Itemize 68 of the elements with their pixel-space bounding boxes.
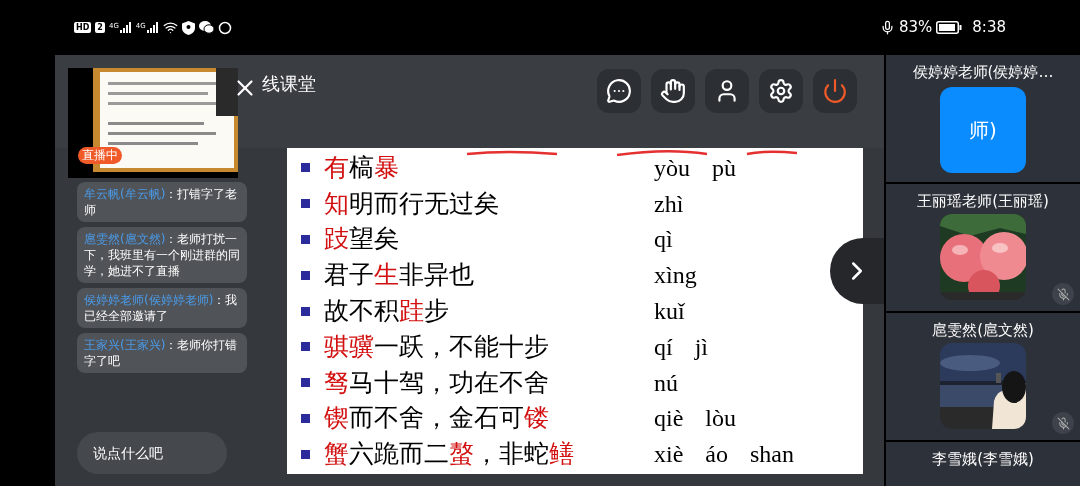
slide-line: 驽马十驾，功在不舍 — [324, 366, 550, 399]
signal-icon — [146, 22, 159, 33]
pinyin-text: lòu — [705, 404, 736, 434]
pinyin-text: xiè — [654, 440, 684, 470]
pinyin-text: nú — [654, 368, 678, 398]
toolbar-button[interactable] — [759, 69, 803, 113]
pinyin-text: shan — [750, 440, 794, 470]
wechat-icon — [198, 21, 214, 34]
clock-time: 8:38 — [972, 17, 1006, 39]
bullet-marker — [301, 270, 310, 280]
pinyin-text: qiè — [654, 404, 684, 434]
settings-icon — [768, 78, 794, 104]
loading-icon — [217, 20, 232, 35]
slide-line: 故不积跬步 — [324, 295, 450, 327]
participant-name: 扈雯然(扈文然) — [932, 320, 1034, 341]
pinyin-text: zhì — [654, 189, 684, 219]
microphone-icon — [879, 20, 895, 35]
bullet-marker — [301, 234, 310, 244]
pinyin-text: pù — [712, 153, 736, 183]
bullet-marker — [301, 306, 310, 316]
slide-line: 骐骥一跃，不能十步 — [324, 330, 550, 363]
bullet-marker — [301, 413, 310, 423]
bullet-marker — [301, 163, 310, 173]
slide-line: 锲而不舍，金石可镂 — [324, 402, 550, 435]
power-icon — [822, 78, 848, 104]
hand-icon — [660, 78, 686, 104]
chat-message: 侯婷婷老师(侯婷婷老师)：我已经全部邀请了 — [77, 288, 247, 328]
bullet-marker — [301, 378, 310, 388]
chat-message: 扈雯然(扈文然)：老师打扰一下，我班里有一个刚进群的同学，她进不了直播 — [77, 227, 247, 283]
bullet-marker — [301, 449, 310, 459]
pinyin-text: qí — [654, 332, 673, 362]
pinyin-text: jì — [694, 332, 708, 362]
bullet-marker — [301, 342, 310, 352]
pinyin-text: kuǐ — [654, 297, 685, 326]
battery-percent: 83% — [898, 17, 933, 39]
chat-icon — [606, 78, 632, 104]
signal-icon — [119, 22, 132, 33]
participant-name: 侯婷婷老师(侯婷婷… — [912, 62, 1054, 83]
toolbar-button[interactable] — [705, 69, 749, 113]
bullet-marker — [301, 199, 310, 209]
hd-indicator: HD — [74, 22, 92, 33]
slide-line: 知明而行无过矣 — [324, 187, 500, 220]
slide-line: 君子生非异也 — [324, 259, 475, 292]
chat-message: 牟云帆(牟云帆)：打错字了老师 — [77, 182, 247, 222]
participant-tile[interactable]: 侯婷婷老师(侯婷婷… 师) — [886, 55, 1080, 182]
participant-name: 王丽瑶老师(王丽瑶) — [917, 191, 1049, 212]
toolbar-button[interactable] — [651, 69, 695, 113]
live-badge: 直播中 — [78, 147, 122, 164]
pinyin-text: áo — [705, 440, 728, 470]
participant-tile[interactable]: 李雪娥(李雪娥) — [886, 442, 1080, 486]
slide-line: 蟹六跪而二螯，非蛇鳝 — [324, 438, 575, 471]
chat-message: 王家兴(王家兴)：老师你打错字了吧 — [77, 333, 247, 373]
participant-tile[interactable]: 王丽瑶老师(王丽瑶) — [886, 184, 1080, 311]
chat-input-field[interactable]: 说点什么吧 — [77, 432, 227, 474]
toolbar-button[interactable] — [597, 69, 641, 113]
slide-line: 跂望矣 — [324, 223, 400, 256]
battery-icon — [936, 21, 963, 34]
pinyin-text: yòu — [654, 153, 690, 183]
participant-tile[interactable]: 扈雯然(扈文然) — [886, 313, 1080, 440]
window-title: 线课堂 — [262, 72, 316, 96]
shield-icon — [181, 20, 195, 35]
slide-line: 有槁暴 — [324, 151, 400, 184]
wifi-icon — [162, 20, 178, 35]
participant-name: 李雪娥(李雪娥) — [932, 449, 1034, 470]
avatar: 师) — [940, 87, 1026, 173]
pinyin-text: xìng — [654, 261, 697, 291]
pinyin-text: qì — [654, 225, 673, 255]
sim-indicator: 2 — [95, 22, 105, 33]
